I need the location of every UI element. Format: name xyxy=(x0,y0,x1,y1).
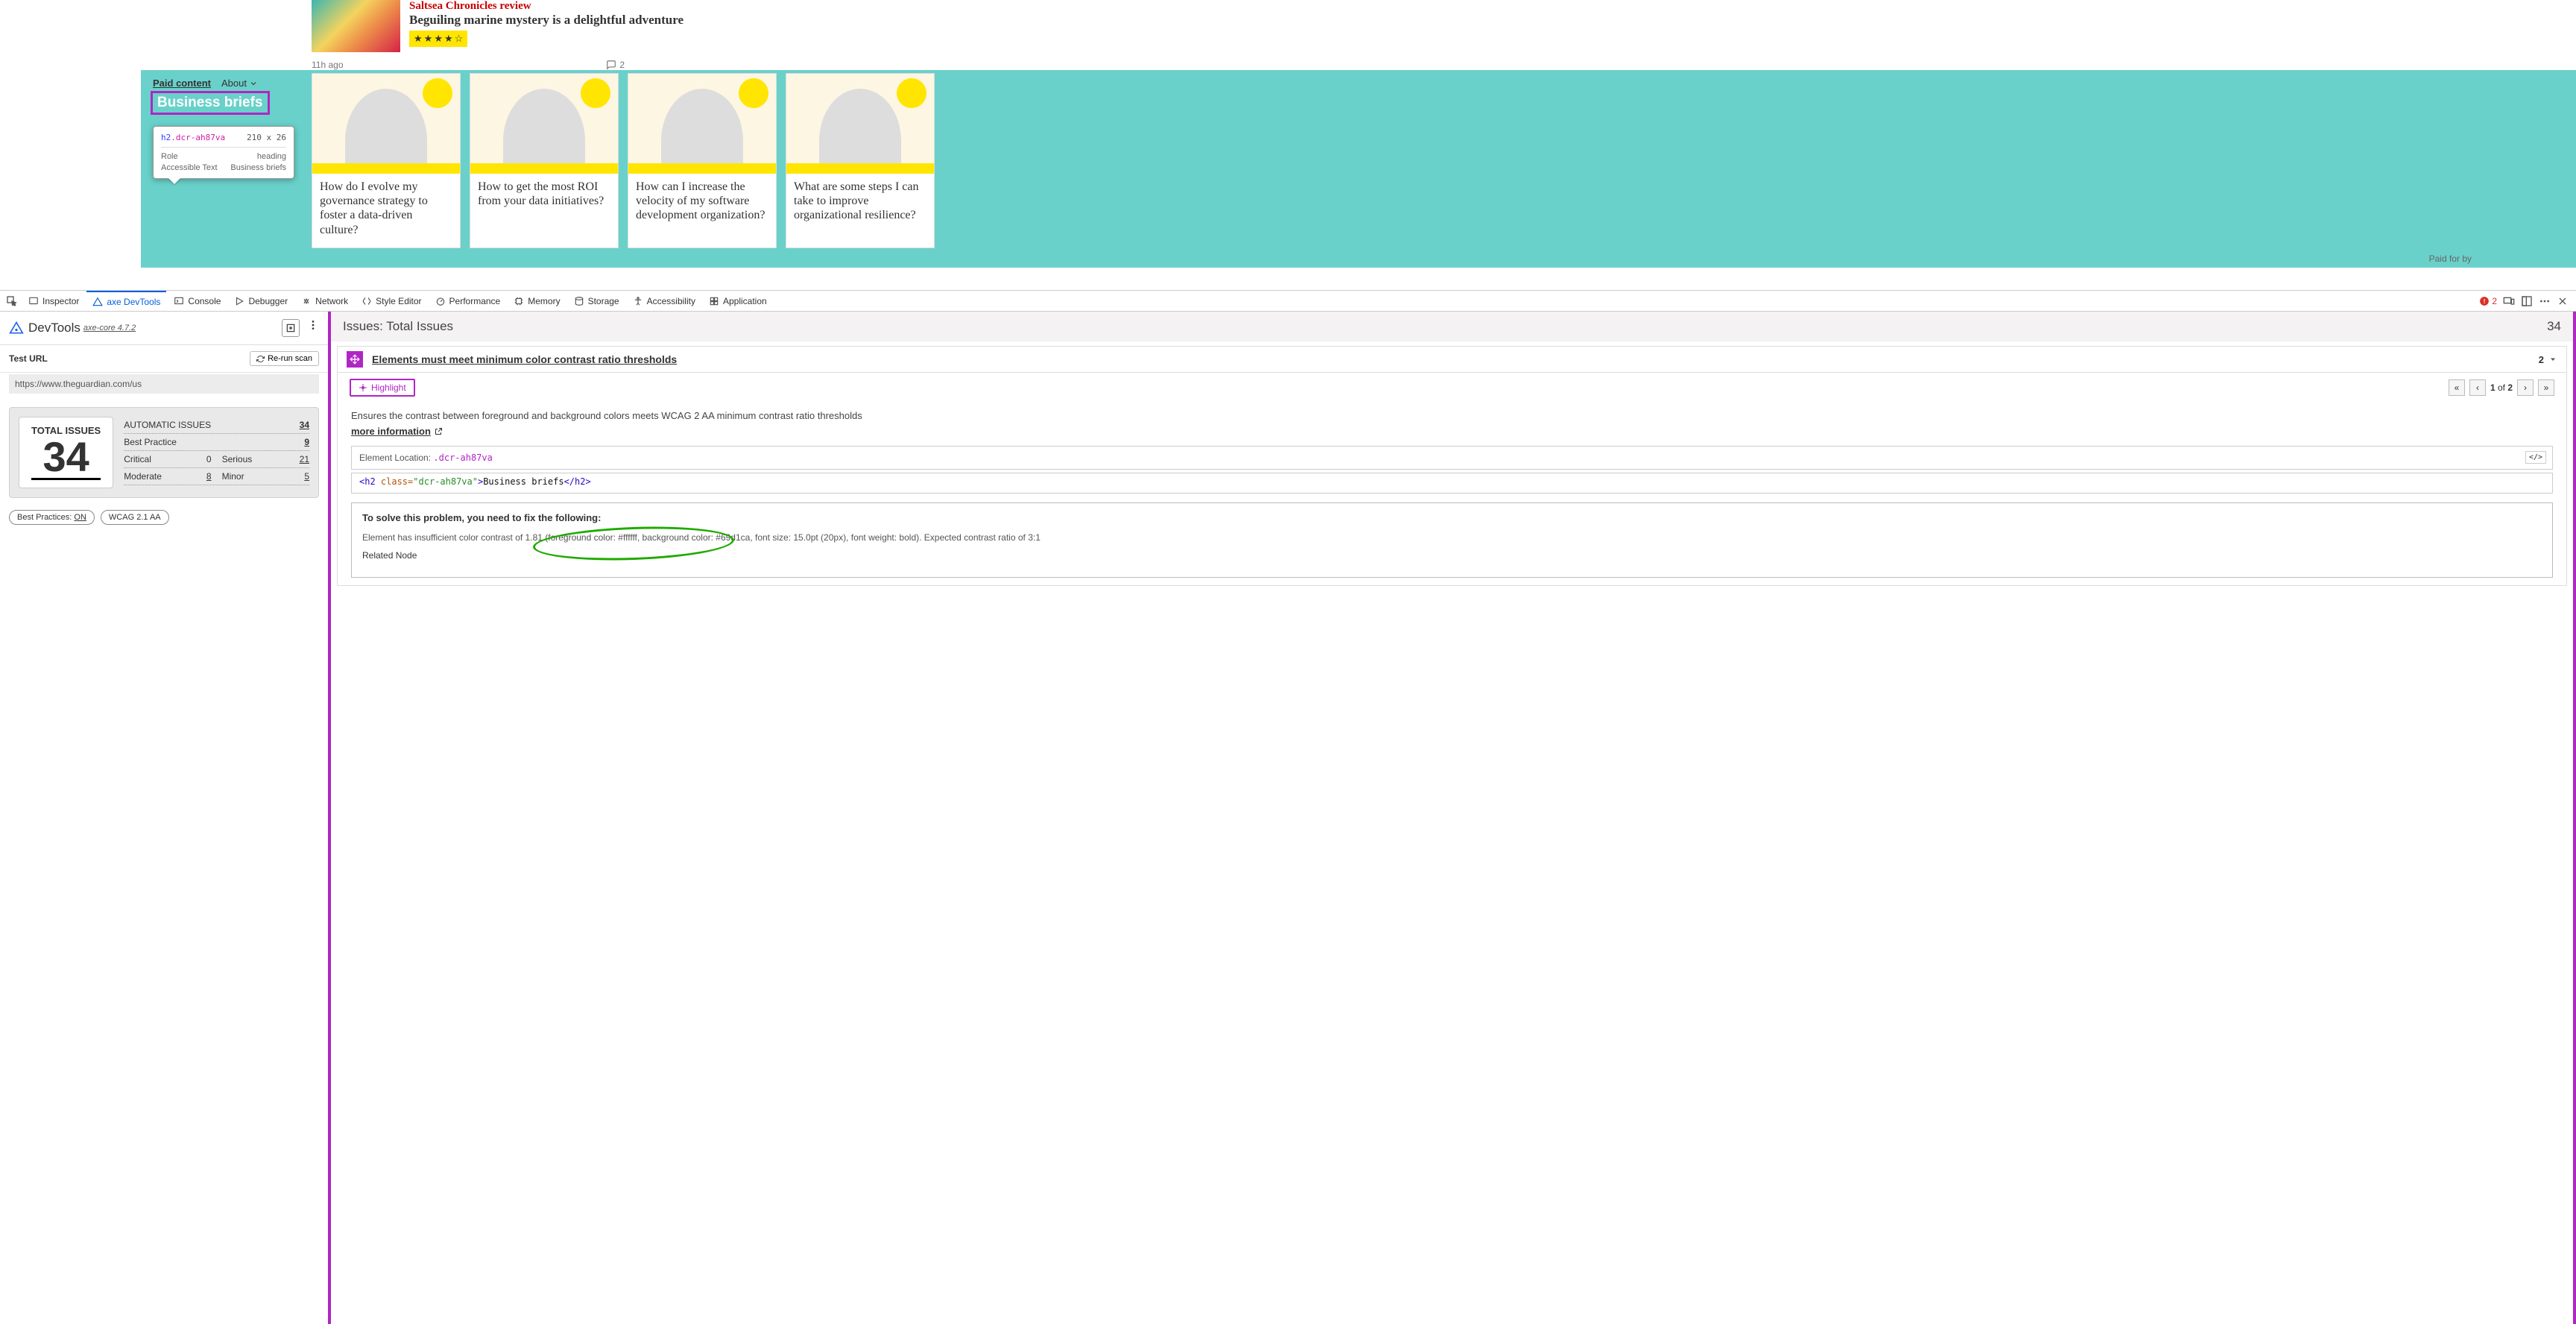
issue-description: Ensures the contrast between foreground … xyxy=(351,410,2553,421)
issues-title: Issues: Total Issues xyxy=(343,319,453,334)
caret-down-icon[interactable] xyxy=(2548,355,2557,364)
article-thumbnail xyxy=(312,0,400,52)
element-location-box: Element Location: .dcr-ah87va </> xyxy=(351,446,2553,470)
article-kicker: Saltsea Chronicles review xyxy=(409,0,2576,13)
tab-application[interactable]: Application xyxy=(703,291,773,311)
element-inspector-tooltip: h2.dcr-ah87va210 x 26 Roleheading Access… xyxy=(153,126,294,179)
inspect-element-icon[interactable] xyxy=(6,295,18,307)
related-node-label: Related Node xyxy=(362,550,2542,561)
tab-performance[interactable]: Performance xyxy=(429,291,507,311)
issue-name: Elements must meet minimum color contras… xyxy=(372,353,677,365)
business-briefs-heading: Business briefs xyxy=(153,93,268,113)
pager-prev[interactable]: ‹ xyxy=(2469,379,2486,396)
target-icon xyxy=(359,383,367,392)
element-html-box: <h2 class="dcr-ah87va">Business briefs</… xyxy=(351,473,2553,494)
paid-card[interactable]: How can I increase the velocity of my so… xyxy=(628,73,777,248)
tab-console[interactable]: Console xyxy=(168,291,227,311)
error-icon: ! xyxy=(2479,296,2490,306)
responsive-icon[interactable] xyxy=(2503,295,2515,307)
chevron-down-icon xyxy=(249,79,258,88)
kebab-menu-icon[interactable] xyxy=(307,319,319,331)
article-card[interactable]: Saltsea Chronicles review Beguiling mari… xyxy=(312,0,2576,52)
paid-card[interactable]: How do I evolve my governance strategy t… xyxy=(312,73,461,248)
tab-memory[interactable]: Memory xyxy=(508,291,566,311)
close-icon[interactable] xyxy=(2557,295,2569,307)
axe-icon xyxy=(92,297,103,307)
paid-card[interactable]: What are some steps I can take to improv… xyxy=(786,73,935,248)
accessibility-icon xyxy=(633,296,643,306)
tab-axe-devtools[interactable]: axe DevTools xyxy=(86,291,166,311)
paid-content-label[interactable]: Paid content xyxy=(153,78,211,89)
wcag-pill[interactable]: WCAG 2.1 AA xyxy=(101,510,169,525)
fix-detail: Element has insufficient color contrast … xyxy=(362,532,2542,543)
application-icon xyxy=(709,296,719,306)
tab-network[interactable]: Network xyxy=(295,291,354,311)
storage-icon xyxy=(574,296,584,306)
highlight-button[interactable]: Highlight xyxy=(350,379,415,397)
inspect-in-devtools-icon[interactable]: </> xyxy=(2525,451,2546,464)
paid-for-label: Paid for by xyxy=(2429,253,2472,264)
pager-next[interactable]: › xyxy=(2517,379,2534,396)
network-icon xyxy=(301,296,312,306)
external-link-icon xyxy=(434,427,443,436)
memory-icon xyxy=(514,296,524,306)
url-display: https://www.theguardian.com/us xyxy=(9,374,319,394)
comment-count: 2 xyxy=(619,60,625,70)
add-button[interactable] xyxy=(282,319,300,337)
stats-panel: TOTAL ISSUES 34 AUTOMATIC ISSUES34 Best … xyxy=(9,407,319,498)
more-information-link[interactable]: more information xyxy=(351,426,443,437)
devtools-panel: Inspector axe DevTools Console Debugger … xyxy=(0,290,2576,1324)
issues-total: 34 xyxy=(2547,319,2561,334)
pager-last[interactable]: » xyxy=(2538,379,2554,396)
more-icon[interactable] xyxy=(2539,295,2551,307)
tab-accessibility[interactable]: Accessibility xyxy=(627,291,701,311)
move-handle-icon[interactable] xyxy=(347,351,363,368)
axe-title: DevTools xyxy=(28,321,80,335)
best-practices-pill[interactable]: Best Practices: ON xyxy=(9,510,95,525)
pager-first[interactable]: « xyxy=(2449,379,2465,396)
test-url-label: Test URL xyxy=(9,353,48,364)
total-issues-card: TOTAL ISSUES 34 xyxy=(19,417,113,488)
tab-inspector[interactable]: Inspector xyxy=(22,291,85,311)
dock-icon[interactable] xyxy=(2521,295,2533,307)
article-time: 11h ago xyxy=(312,60,344,70)
paid-content-section: Paid content About Business briefs h2.dc… xyxy=(141,70,2576,268)
fix-suggestion-box: To solve this problem, you need to fix t… xyxy=(351,502,2553,578)
about-link[interactable]: About xyxy=(221,78,258,89)
inspector-icon xyxy=(28,296,39,306)
axe-version: axe-core 4.7.2 xyxy=(83,324,136,332)
star-rating: ★★★★☆ xyxy=(409,31,467,47)
console-icon xyxy=(174,296,184,306)
plus-icon xyxy=(285,323,296,333)
tab-debugger[interactable]: Debugger xyxy=(228,291,294,311)
performance-icon xyxy=(435,296,446,306)
error-badge[interactable]: !2 xyxy=(2479,296,2497,306)
issue-row[interactable]: Elements must meet minimum color contras… xyxy=(337,346,2567,373)
comment-icon xyxy=(606,60,616,70)
tab-style-editor[interactable]: Style Editor xyxy=(356,291,427,311)
debugger-icon xyxy=(234,296,244,306)
refresh-icon xyxy=(256,355,265,363)
rerun-scan-button[interactable]: Re-run scan xyxy=(250,351,319,366)
tab-storage[interactable]: Storage xyxy=(568,291,625,311)
svg-text:!: ! xyxy=(2484,297,2486,304)
paid-card[interactable]: How to get the most ROI from your data i… xyxy=(470,73,619,248)
style-icon xyxy=(362,296,372,306)
article-headline: Beguiling marine mystery is a delightful… xyxy=(409,13,2576,28)
total-count: 34 xyxy=(31,436,101,480)
axe-logo-icon xyxy=(9,321,24,335)
